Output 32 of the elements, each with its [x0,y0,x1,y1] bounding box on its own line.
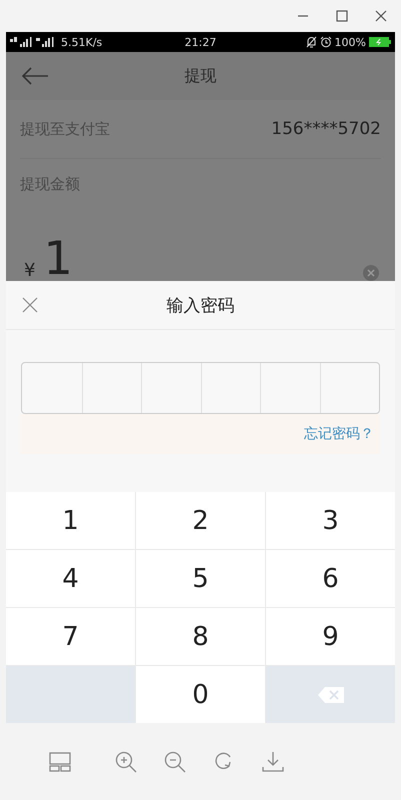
close-icon[interactable] [375,10,387,22]
zoom-in-icon[interactable] [115,750,137,772]
backspace-icon [318,686,344,702]
network-speed: 5.51K/s [61,36,102,48]
battery-percent: 100% [334,36,366,48]
page-title: 提现 [184,66,216,86]
download-icon[interactable] [262,750,284,772]
account-value: 156****5702 [271,119,381,139]
maximize-icon[interactable] [336,10,348,22]
digit-key[interactable]: 8 [136,608,265,665]
digit-key[interactable]: 7 [6,608,135,665]
layout-icon[interactable] [49,752,71,772]
bell-off-icon [306,36,317,48]
digit-key[interactable]: 1 [6,492,135,549]
digit-key[interactable]: 2 [136,492,265,549]
digit-key[interactable]: 3 [266,492,395,549]
amount-value: 1 [43,235,73,281]
digit-key[interactable]: 4 [6,550,135,607]
clock-time: 21:27 [184,36,216,48]
back-arrow-icon[interactable] [22,67,48,85]
digit-key[interactable]: 6 [266,550,395,607]
digit-key[interactable]: 9 [266,608,395,665]
digit-key[interactable]: 0 [136,666,265,723]
alarm-icon [320,36,332,48]
zoom-out-icon[interactable] [164,750,186,772]
clear-icon[interactable] [363,265,379,281]
currency-symbol: ¥ [24,260,36,281]
digit-key[interactable]: 5 [136,550,265,607]
battery-icon [369,37,391,47]
close-icon[interactable] [22,297,38,313]
password-field[interactable] [21,362,380,414]
dialog-title: 输入密码 [166,294,234,316]
